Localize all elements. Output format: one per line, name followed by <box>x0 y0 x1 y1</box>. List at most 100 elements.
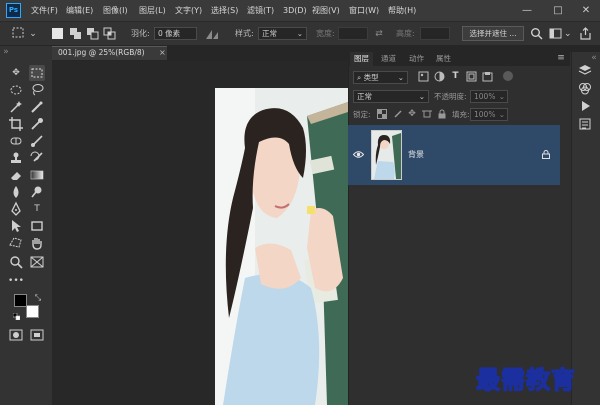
panel-menu-icon[interactable]: ≡ <box>556 52 566 64</box>
blur-tool-icon[interactable] <box>8 184 24 200</box>
canvas-photo[interactable] <box>215 88 348 405</box>
workspace-icon[interactable] <box>549 27 563 40</box>
menu-3d[interactable]: 3D(D) <box>283 0 307 21</box>
close-button[interactable]: ✕ <box>579 0 593 21</box>
layer-filter-label: 类型 <box>363 73 379 82</box>
history-brush-icon[interactable] <box>29 150 45 166</box>
subtract-selection-icon[interactable] <box>86 27 100 40</box>
height-input[interactable] <box>420 27 450 40</box>
menu-layer[interactable]: 图层(L) <box>139 0 166 21</box>
layers-icon[interactable] <box>578 63 592 77</box>
feather-input[interactable]: 0 像素 <box>154 27 197 40</box>
photoshop-logo-icon[interactable]: Ps <box>6 3 21 18</box>
add-selection-icon[interactable] <box>69 27 83 40</box>
eyedropper-icon[interactable] <box>29 116 45 132</box>
chevron-down-icon: ⌄ <box>498 92 505 101</box>
quick-mask-icon[interactable] <box>8 327 24 343</box>
brush-tool-icon[interactable] <box>29 133 45 149</box>
move-tool-icon[interactable]: ✥ <box>8 65 24 81</box>
tab-layers[interactable]: 图层 <box>350 52 373 66</box>
maximize-button[interactable]: □ <box>551 0 565 21</box>
magic-wand-icon[interactable] <box>8 99 24 115</box>
filter-smart-object-icon[interactable] <box>482 71 493 82</box>
frame-tool-icon[interactable] <box>29 254 45 270</box>
share-icon[interactable] <box>579 27 592 40</box>
lock-all-icon[interactable] <box>437 109 447 119</box>
tab-channels[interactable]: 通道 <box>381 52 396 66</box>
lock-position-icon[interactable]: ✥ <box>407 108 417 120</box>
filter-pixel-icon[interactable] <box>418 71 429 82</box>
lock-icon[interactable] <box>542 150 550 159</box>
opacity-input[interactable]: 100% ⌄ <box>470 90 508 103</box>
collapse-icon[interactable]: » <box>2 46 10 58</box>
menu-image[interactable]: 图像(I) <box>103 0 128 21</box>
gradient-tool-icon[interactable] <box>29 167 45 183</box>
menu-file[interactable]: 文件(F) <box>31 0 58 21</box>
select-and-mask-button[interactable]: 选择并遮住 ... <box>462 26 524 41</box>
swap-colors-icon[interactable]: ⤡ <box>33 292 43 304</box>
menu-select[interactable]: 选择(S) <box>211 0 238 21</box>
hand-tool-icon[interactable] <box>29 235 45 251</box>
marquee-tool-icon[interactable] <box>29 65 45 81</box>
screen-mode-icon[interactable] <box>29 327 45 343</box>
chevron-down-icon[interactable]: ⌄ <box>29 28 37 40</box>
healing-brush-icon[interactable] <box>8 133 24 149</box>
new-selection-icon[interactable] <box>52 28 63 39</box>
lock-pixels-icon[interactable] <box>393 109 403 119</box>
menu-help[interactable]: 帮助(H) <box>388 0 416 21</box>
chevron-down-icon[interactable]: ⌄ <box>564 28 572 40</box>
background-color-swatch[interactable] <box>26 305 39 318</box>
menu-filter[interactable]: 滤镜(T) <box>247 0 274 21</box>
rectangle-tool-icon[interactable] <box>29 218 45 234</box>
blend-mode-select[interactable]: 正常 ⌄ <box>353 90 429 103</box>
eye-icon[interactable] <box>352 150 365 159</box>
menu-type[interactable]: 文字(Y) <box>175 0 202 21</box>
filter-adjustment-icon[interactable] <box>434 71 445 82</box>
eraser-tool-icon[interactable] <box>8 167 24 183</box>
lasso-tool-icon[interactable] <box>29 82 45 98</box>
properties-icon[interactable] <box>578 117 592 131</box>
lock-transparent-icon[interactable] <box>377 109 387 119</box>
tab-properties[interactable]: 属性 <box>436 52 451 66</box>
type-tool-icon[interactable]: T <box>29 201 45 217</box>
close-document-icon[interactable]: × <box>159 46 166 59</box>
filter-toggle[interactable] <box>503 71 513 81</box>
polygon-lasso-icon[interactable] <box>8 235 24 251</box>
layer-filter-select[interactable]: ⌕ 类型 ⌄ <box>353 71 408 84</box>
anti-alias-icon[interactable] <box>205 28 219 40</box>
dodge-tool-icon[interactable] <box>29 184 45 200</box>
chevron-down-icon: ⌄ <box>296 29 303 38</box>
more-tools-icon[interactable]: ••• <box>8 273 24 289</box>
feather-label: 羽化: <box>131 29 150 38</box>
style-select[interactable]: 正常 ⌄ <box>258 27 307 40</box>
play-icon[interactable] <box>578 99 592 113</box>
document-tab[interactable]: 001.jpg @ 25%(RGB/8) <box>52 46 167 60</box>
layer-thumbnail <box>371 130 402 180</box>
width-input[interactable] <box>338 27 368 40</box>
layer-name[interactable]: 背景 <box>408 150 424 160</box>
zoom-tool-icon[interactable] <box>8 254 24 270</box>
filter-type-icon[interactable]: T <box>450 70 461 82</box>
minimize-button[interactable]: — <box>520 0 534 21</box>
swap-dimensions-icon[interactable]: ⇄ <box>374 28 384 40</box>
menu-view[interactable]: 视图(V) <box>312 0 340 21</box>
ellipse-marquee-icon[interactable] <box>8 82 24 98</box>
style-label: 样式: <box>235 29 254 38</box>
lock-artboard-icon[interactable] <box>422 109 432 119</box>
fill-input[interactable]: 100% ⌄ <box>470 108 508 121</box>
channels-icon[interactable] <box>578 81 592 95</box>
crop-tool-icon[interactable] <box>8 116 24 132</box>
default-colors-icon[interactable] <box>12 312 21 321</box>
intersect-selection-icon[interactable] <box>103 27 117 40</box>
marquee-preset-icon[interactable] <box>12 27 26 39</box>
search-icon[interactable] <box>530 27 543 40</box>
stamp-tool-icon[interactable] <box>8 150 24 166</box>
pen-tool-icon[interactable] <box>8 201 24 217</box>
tab-actions[interactable]: 动作 <box>409 52 424 66</box>
chevron-down-icon: ⌄ <box>498 110 505 119</box>
brush-select-icon[interactable] <box>29 99 45 115</box>
filter-shape-icon[interactable] <box>466 71 477 82</box>
menu-window[interactable]: 窗口(W) <box>349 0 379 21</box>
path-select-icon[interactable] <box>8 218 24 234</box>
menu-edit[interactable]: 编辑(E) <box>66 0 93 21</box>
